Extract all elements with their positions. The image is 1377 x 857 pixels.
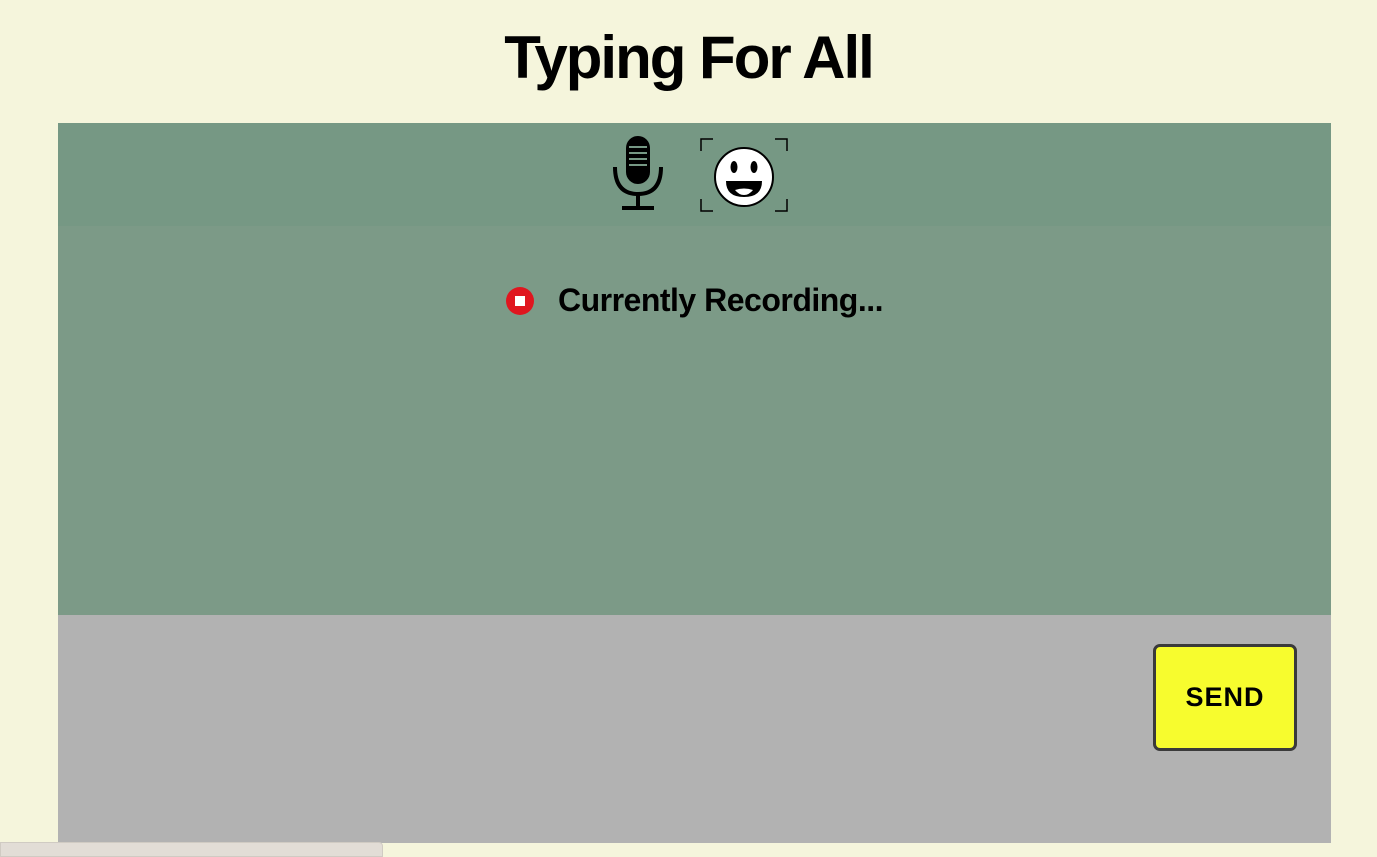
page-title: Typing For All (504, 24, 875, 91)
face-scan-icon (700, 138, 788, 212)
microphone-button[interactable] (608, 133, 668, 213)
composer-area[interactable]: SEND (58, 615, 1331, 843)
transcript-area: Currently Recording... (58, 226, 1331, 615)
record-stop-icon[interactable] (505, 286, 534, 315)
input-mode-toolbar (58, 123, 1331, 226)
recording-status: Currently Recording... (58, 282, 1331, 326)
face-tracking-button[interactable] (699, 137, 789, 213)
send-button[interactable]: SEND (1153, 644, 1297, 751)
recording-status-text: Currently Recording... (557, 282, 884, 318)
main-panel: Currently Recording... SEND (58, 123, 1331, 843)
microphone-icon (613, 136, 663, 210)
horizontal-scrollbar[interactable] (0, 842, 383, 857)
